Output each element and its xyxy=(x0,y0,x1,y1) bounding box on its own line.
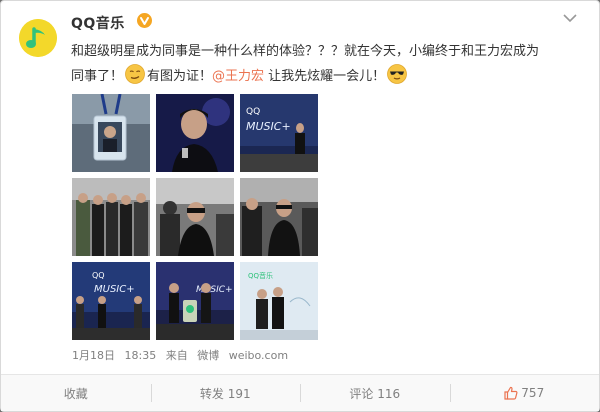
post-time[interactable]: 18:35 xyxy=(125,349,157,362)
user-name[interactable]: QQ音乐 xyxy=(71,13,125,33)
photo-7[interactable]: QQ MUSIC+ xyxy=(72,262,150,340)
photo-1[interactable] xyxy=(72,94,150,172)
post-text-evidence: 有图为证！ xyxy=(147,69,213,84)
verified-icon xyxy=(137,13,152,28)
photo-3[interactable]: QQ MUSIC+ xyxy=(240,94,318,172)
smirk-emoji-icon xyxy=(125,64,145,84)
comment-label: 评论 116 xyxy=(349,386,401,401)
avatar[interactable] xyxy=(19,19,57,57)
photo-6[interactable] xyxy=(240,178,318,256)
photo-2[interactable] xyxy=(156,94,234,172)
thumbs-up-icon xyxy=(504,386,518,400)
post-text-line-1: 和超级明星成为同事是一种什么样的体验？？？就在今天，小编终于和王力宏成为 xyxy=(71,44,540,59)
mention-link[interactable]: @王力宏 xyxy=(212,69,264,84)
weibo-post-card: QQ音乐 和超级明星成为同事是一种什么样的体验？？？就在今天，小编终于和王力宏成… xyxy=(0,0,600,412)
photo-5[interactable] xyxy=(156,178,234,256)
post-text-line-2: 同事了！ xyxy=(71,69,124,84)
source-url: weibo.com xyxy=(228,349,289,362)
post-text: 和超级明星成为同事是一种什么样的体验？？？就在今天，小编终于和王力宏成为 同事了… xyxy=(71,39,581,89)
repost-button[interactable]: 转发 191 xyxy=(150,375,301,411)
comment-button[interactable]: 评论 116 xyxy=(300,375,450,411)
svg-text:QQ: QQ xyxy=(92,271,105,280)
photo-8[interactable]: MUSIC+ xyxy=(156,262,234,340)
svg-text:QQ: QQ xyxy=(246,107,260,117)
svg-text:MUSIC+: MUSIC+ xyxy=(246,120,291,133)
photo-9[interactable]: QQ音乐 xyxy=(240,262,318,340)
post-date[interactable]: 1月18日 xyxy=(72,349,115,362)
like-count: 757 xyxy=(521,386,545,400)
svg-text:MUSIC+: MUSIC+ xyxy=(94,284,135,295)
qq-music-logo-icon xyxy=(19,19,57,57)
chevron-down-icon[interactable] xyxy=(563,13,577,23)
repost-label: 转发 191 xyxy=(199,386,251,401)
photo-grid: QQ MUSIC+ QQ MUSIC+ MUSIC+ QQ音乐 xyxy=(72,94,320,340)
action-bar: 收藏 转发 191 评论 116 757 xyxy=(1,374,599,411)
svg-text:QQ音乐: QQ音乐 xyxy=(248,271,273,280)
post-text-line-4: 让我先炫耀一会儿！ xyxy=(264,69,386,84)
favorite-button[interactable]: 收藏 xyxy=(1,375,151,411)
source-prefix: 来自 xyxy=(165,349,188,362)
source-name[interactable]: 微博 xyxy=(197,349,219,362)
like-button[interactable]: 757 xyxy=(449,375,600,411)
post-meta: 1月18日 18:35 来自 微博 weibo.com xyxy=(72,347,294,363)
cool-emoji-icon xyxy=(387,64,408,84)
photo-4[interactable] xyxy=(72,178,150,256)
favorite-label: 收藏 xyxy=(63,386,88,401)
